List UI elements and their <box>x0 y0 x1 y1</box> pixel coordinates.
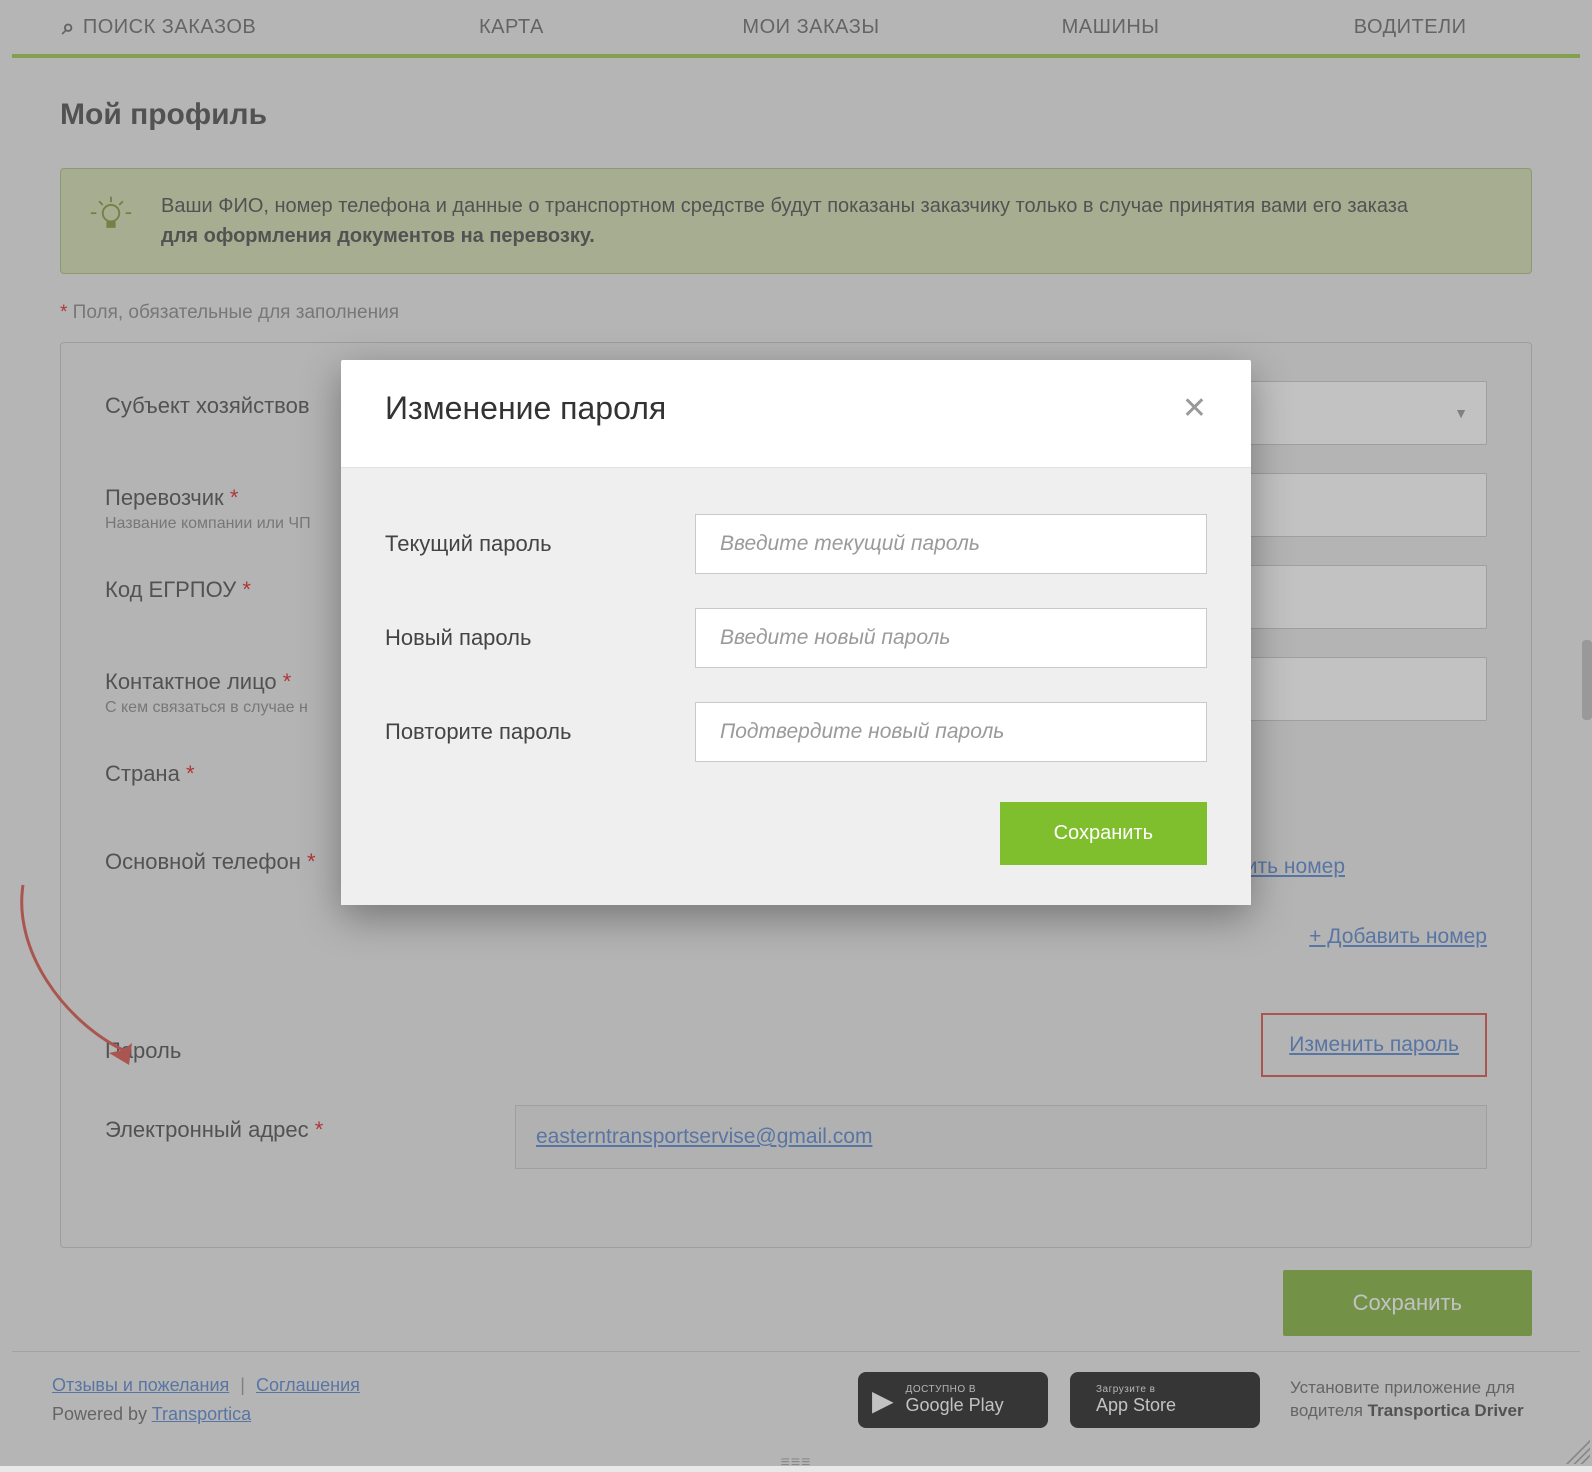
repeat-password-input[interactable] <box>695 702 1207 762</box>
new-password-label: Новый пароль <box>385 625 695 651</box>
current-password-label: Текущий пароль <box>385 531 695 557</box>
change-password-modal: Изменение пароля ✕ Текущий пароль Новый … <box>341 360 1251 905</box>
current-password-input[interactable] <box>695 514 1207 574</box>
new-password-input[interactable] <box>695 608 1207 668</box>
modal-title: Изменение пароля <box>385 390 666 427</box>
close-icon[interactable]: ✕ <box>1182 391 1207 426</box>
modal-overlay[interactable]: Изменение пароля ✕ Текущий пароль Новый … <box>0 0 1592 1466</box>
modal-save-button[interactable]: Сохранить <box>1000 802 1207 865</box>
repeat-password-label: Повторите пароль <box>385 719 695 745</box>
